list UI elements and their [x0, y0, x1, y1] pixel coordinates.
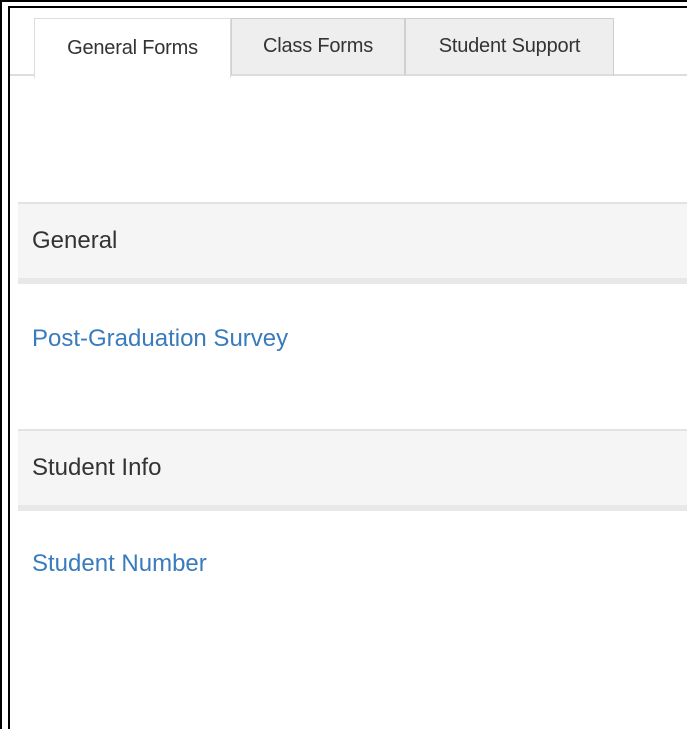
tab-student-support[interactable]: Student Support [405, 18, 614, 76]
content-frame [8, 6, 687, 729]
link-post-graduation-survey[interactable]: Post-Graduation Survey [32, 325, 288, 353]
section-heading-general: General [18, 202, 687, 284]
section-heading-student-info: Student Info [18, 429, 687, 511]
tab-general-forms[interactable]: General Forms [34, 18, 231, 78]
tab-class-forms[interactable]: Class Forms [231, 18, 405, 76]
tab-bar: General Forms Class Forms Student Suppor… [10, 18, 687, 78]
link-student-number[interactable]: Student Number [32, 550, 207, 578]
